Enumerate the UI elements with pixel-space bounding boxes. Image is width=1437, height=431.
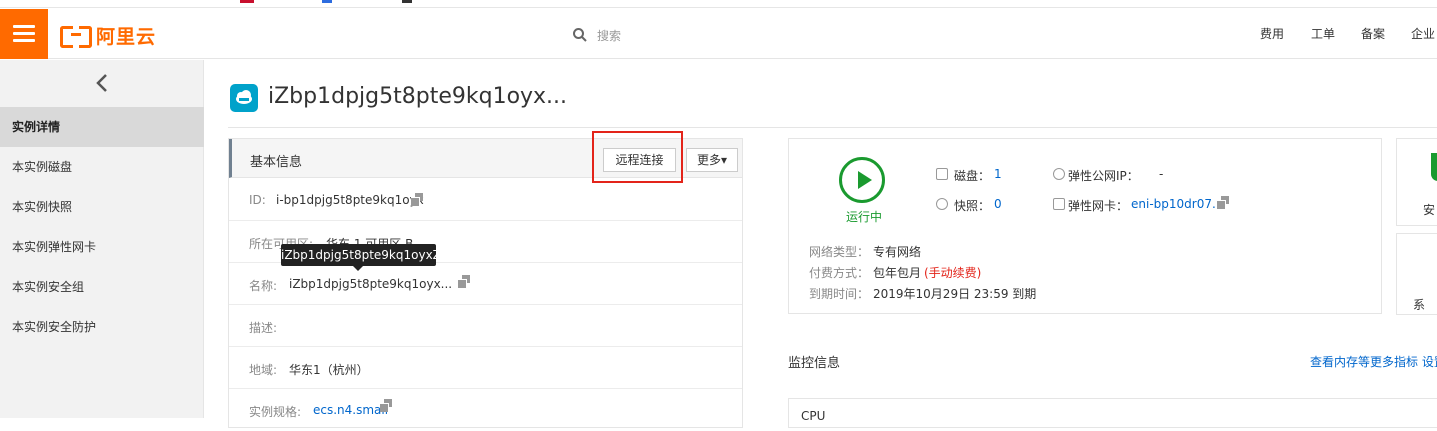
search-icon: [573, 28, 587, 42]
row-label: 描述:: [249, 321, 278, 335]
instance-status-card: 运行中 磁盘： 1 快照： 0 弹性公网IP： - 弹性网卡： eni-bp10…: [788, 138, 1382, 314]
disk-count-link[interactable]: 1: [994, 167, 1002, 181]
sidebar: 实例详情 本实例磁盘 本实例快照 本实例弹性网卡 本实例安全组 本实例安全防护: [0, 60, 204, 418]
billing-label: 付费方式：: [809, 266, 870, 280]
play-icon: [839, 157, 885, 203]
sidebar-item-eni[interactable]: 本实例弹性网卡: [0, 227, 204, 267]
info-row-id: ID: i-bp1dpjg5t8pte9kq1oyx: [229, 179, 742, 221]
system-card[interactable]: 系: [1396, 233, 1437, 315]
copy-icon[interactable]: [458, 275, 471, 288]
sidebar-item-disks[interactable]: 本实例磁盘: [0, 147, 204, 187]
network-type-value: 专有网络: [873, 245, 922, 259]
sidebar-item-security-protection[interactable]: 本实例安全防护: [0, 307, 204, 347]
aliyun-logo-mark-icon: [60, 25, 92, 48]
disk-label: 磁盘：: [954, 169, 991, 183]
public-ip-label: 弹性公网IP：: [1068, 169, 1139, 183]
search-placeholder: 搜索: [597, 28, 622, 43]
sidebar-item-instance-details[interactable]: 实例详情: [0, 107, 204, 147]
search-box[interactable]: 搜索: [572, 25, 621, 45]
bookmark-icon[interactable]: [402, 0, 412, 3]
hamburger-icon: [13, 25, 35, 28]
copy-icon[interactable]: [1217, 196, 1230, 209]
top-header: 阿里云 搜索 费用 工单 备案 企业: [0, 9, 1437, 59]
menu-button[interactable]: [0, 9, 48, 59]
row-label: 名称:: [249, 279, 278, 293]
network-type-label: 网络类型：: [809, 245, 870, 259]
bookmark-icon[interactable]: [240, 0, 254, 3]
monitoring-title: 监控信息: [788, 356, 841, 371]
divider: [228, 127, 1437, 128]
expire-value: 2019年10月29日 23:59 到期: [873, 287, 1037, 301]
row-label: 实例规格:: [249, 405, 302, 419]
eni-label: 弹性网卡：: [1068, 199, 1129, 213]
name-tooltip: iZbp1dpjg5t8pte9kq1oyxZ: [281, 244, 441, 271]
snapshot-label: 快照：: [954, 199, 991, 213]
logo-text: 阿里云: [96, 25, 157, 48]
public-ip-value: -: [1159, 167, 1164, 181]
nav-icp-filing[interactable]: 备案: [1361, 25, 1385, 42]
region-value: 华东1（杭州）: [289, 363, 369, 377]
highlight-box: [592, 131, 683, 183]
browser-bookmark-strip: [0, 0, 1437, 8]
row-label: ID:: [249, 193, 266, 207]
manual-renew-link[interactable]: (手动续费): [924, 264, 981, 281]
chevron-left-icon: [96, 73, 107, 92]
row-label: 地域:: [249, 363, 278, 377]
instance-spec-link[interactable]: ecs.n4.small: [313, 403, 388, 417]
bookmark-icon[interactable]: [322, 0, 332, 3]
info-row-description: 描述:: [229, 305, 742, 347]
more-dropdown-button[interactable]: 更多▾: [686, 148, 738, 172]
cpu-chart-panel: CPU: [788, 398, 1437, 428]
copy-icon[interactable]: [380, 399, 393, 412]
running-status-label: 运行中: [846, 210, 883, 224]
public-ip-icon: [1053, 168, 1065, 180]
disk-icon: [936, 168, 948, 180]
sidebar-item-snapshots[interactable]: 本实例快照: [0, 187, 204, 227]
cloud-server-icon: [230, 84, 258, 112]
system-card-label: 系: [1413, 298, 1426, 312]
info-row-name: 名称: iZbp1dpjg5t8pte9kq1oyx...: [229, 263, 742, 305]
info-row-region: 地域: 华东1（杭州）: [229, 347, 742, 389]
monitoring-more-metrics-link[interactable]: 查看内存等更多指标 设置: [1310, 353, 1437, 370]
nav-tickets[interactable]: 工单: [1311, 25, 1335, 42]
back-button[interactable]: [0, 60, 204, 105]
billing-value: 包年包月: [873, 266, 922, 280]
snapshot-icon: [936, 198, 948, 210]
shield-icon: [1431, 153, 1437, 181]
security-card-label: 安: [1423, 203, 1436, 217]
security-card[interactable]: 安: [1396, 138, 1437, 226]
nav-enterprise[interactable]: 企业: [1411, 25, 1435, 42]
panel-title: 基本信息: [250, 155, 303, 170]
nav-billing[interactable]: 费用: [1260, 25, 1284, 42]
expire-label: 到期时间：: [809, 287, 870, 301]
aliyun-logo[interactable]: 阿里云: [60, 22, 156, 48]
eni-link[interactable]: eni-bp10dr07...: [1131, 197, 1223, 211]
instance-name-value: iZbp1dpjg5t8pte9kq1oyx...: [289, 277, 453, 291]
snapshot-count-link[interactable]: 0: [994, 197, 1002, 211]
page-title: iZbp1dpjg5t8pte9kq1oyx...: [268, 84, 568, 109]
info-row-spec: 实例规格: ecs.n4.small: [229, 389, 742, 431]
eni-icon: [1053, 198, 1065, 210]
copy-icon[interactable]: [411, 193, 424, 206]
instance-id-value: i-bp1dpjg5t8pte9kq1oyx: [276, 193, 424, 207]
cpu-label: CPU: [801, 409, 826, 423]
sidebar-item-security-groups[interactable]: 本实例安全组: [0, 267, 204, 307]
